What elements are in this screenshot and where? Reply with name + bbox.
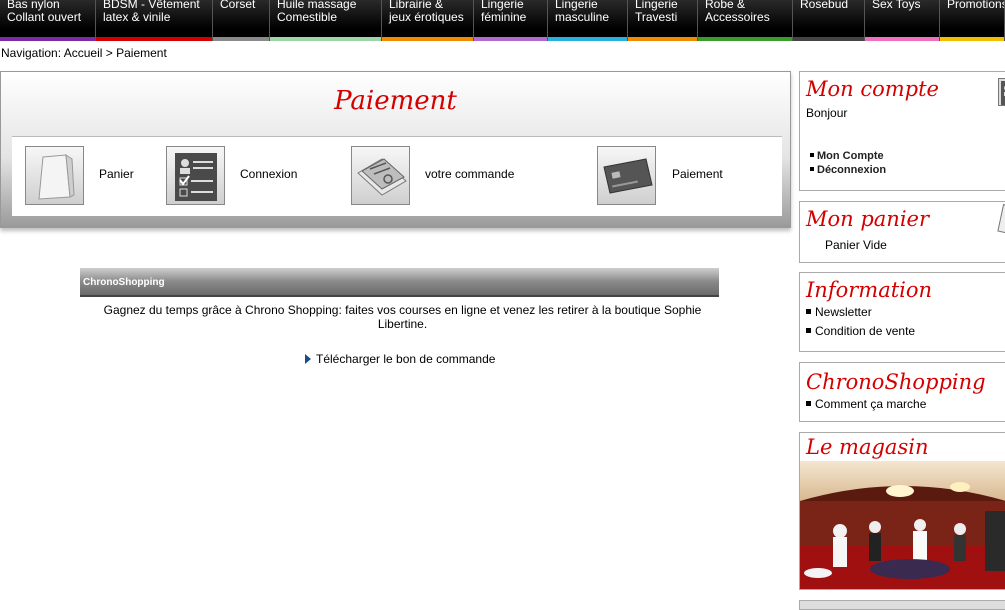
breadcrumb: Navigation: Accueil > Paiement <box>1 46 167 60</box>
nav-color-bar <box>628 37 697 41</box>
nav-item-2[interactable]: Corset <box>213 0 270 41</box>
nav-item-label-line2[interactable]: Comestible <box>277 11 381 24</box>
checkout-steps: Panier Connexion votre commande Paiement <box>12 136 782 216</box>
nav-color-bar <box>474 37 547 41</box>
nav-color-bar <box>698 37 792 41</box>
nav-item-label-line2[interactable]: Accessoires <box>705 11 792 24</box>
logout-link[interactable]: Déconnexion <box>800 163 1005 177</box>
arrow-right-icon <box>305 354 311 364</box>
paper-order-icon[interactable] <box>351 146 410 205</box>
step-commande-label[interactable]: votre commande <box>425 167 514 181</box>
nav-item-label-line2[interactable]: féminine <box>481 11 547 24</box>
chronoshopping-header: ChronoShopping <box>80 268 719 297</box>
nav-item-4[interactable]: Librairie & jeux érotiques <box>382 0 474 41</box>
cart-box: Mon panier Panier Vide <box>799 201 1005 263</box>
chronoshopping-box: ChronoShopping Comment ça marche <box>799 362 1005 422</box>
cart-title: Mon panier <box>806 207 930 231</box>
nav-item-8[interactable]: Robe & Accessoires <box>698 0 793 41</box>
nav-item-label-line2[interactable]: masculine <box>555 11 627 24</box>
download-order-form-label[interactable]: Télécharger le bon de commande <box>316 352 495 366</box>
nav-item-1[interactable]: BDSM - Vêtement latex & vinile <box>96 0 213 41</box>
nav-color-bar <box>270 37 381 41</box>
next-box-partial <box>799 600 1005 610</box>
nav-item-11[interactable]: Promotions <box>940 0 1005 41</box>
nav-item-10[interactable]: Sex Toys <box>865 0 940 41</box>
nav-item-label-line2[interactable]: jeux érotiques <box>389 11 473 24</box>
information-box: Information Newsletter Condition de vent… <box>799 272 1005 352</box>
step-connexion-label[interactable]: Connexion <box>240 167 297 181</box>
account-greeting: Bonjour <box>806 106 848 120</box>
nav-item-0[interactable]: Bas nylon Collant ouvert <box>0 0 96 41</box>
my-account-link-label[interactable]: Mon Compte <box>817 150 884 162</box>
nav-item-5[interactable]: Lingerie féminine <box>474 0 548 41</box>
breadcrumb-prefix: Navigation: <box>1 46 62 60</box>
account-icon <box>998 78 1005 106</box>
nav-item-label-line1[interactable]: Sex Toys <box>872 0 939 11</box>
nav-item-label-line1[interactable]: Promotions <box>947 0 1004 11</box>
shopping-bag-icon[interactable] <box>25 146 84 205</box>
chronoshopping-description: Gagnez du temps grâce à Chrono Shopping:… <box>103 303 702 331</box>
nav-item-label-line1[interactable]: Rosebud <box>800 0 864 11</box>
nav-color-bar <box>793 37 864 41</box>
store-title: Le magasin <box>806 435 929 459</box>
nav-item-label-line1[interactable]: Corset <box>220 0 269 11</box>
terms-link[interactable]: Condition de vente <box>800 322 1005 341</box>
nav-color-bar <box>96 37 212 41</box>
newsletter-link[interactable]: Newsletter <box>800 303 1005 322</box>
logout-link-label[interactable]: Déconnexion <box>817 164 886 176</box>
nav-item-label-line2[interactable]: Travesti <box>635 11 697 24</box>
nav-item-label-line2[interactable]: Collant ouvert <box>7 11 95 24</box>
nav-item-6[interactable]: Lingerie masculine <box>548 0 628 41</box>
nav-item-7[interactable]: Lingerie Travesti <box>628 0 698 41</box>
breadcrumb-separator: > <box>105 46 113 60</box>
account-title: Mon compte <box>806 77 939 101</box>
chronoshopping-title: ChronoShopping <box>806 370 986 394</box>
nav-item-label-line2[interactable]: latex & vinile <box>103 11 212 24</box>
breadcrumb-home-link[interactable]: Accueil <box>64 46 103 60</box>
step-paiement-label[interactable]: Paiement <box>672 167 723 181</box>
nav-color-bar <box>213 37 269 41</box>
top-navigation: Bas nylon Collant ouvert BDSM - Vêtement la… <box>0 0 1005 41</box>
nav-item-9[interactable]: Rosebud <box>793 0 865 41</box>
my-account-link[interactable]: Mon Compte <box>800 149 1005 163</box>
nav-color-bar <box>865 37 939 41</box>
information-title: Information <box>806 278 933 302</box>
step-panier-label[interactable]: Panier <box>99 167 134 181</box>
how-it-works-link-label[interactable]: Comment ça marche <box>815 397 926 411</box>
nav-color-bar <box>0 37 95 41</box>
form-checklist-icon[interactable] <box>166 146 225 205</box>
breadcrumb-current[interactable]: Paiement <box>116 46 167 60</box>
account-box: Mon compte Bonjour Mon Compte Déconnexio… <box>799 71 1005 191</box>
cart-status: Panier Vide <box>825 238 887 252</box>
nav-color-bar <box>940 37 1004 41</box>
store-photo[interactable] <box>800 461 1005 589</box>
nav-color-bar <box>382 37 473 41</box>
payment-panel: Paiement Panier Connexion votre commande… <box>0 71 791 228</box>
nav-item-3[interactable]: Huile massage Comestible <box>270 0 382 41</box>
how-it-works-link[interactable]: Comment ça marche <box>800 395 1005 414</box>
credit-card-icon[interactable] <box>597 146 656 205</box>
terms-link-label[interactable]: Condition de vente <box>815 324 915 338</box>
newsletter-link-label[interactable]: Newsletter <box>815 305 872 319</box>
page-title: Paiement <box>334 86 457 116</box>
nav-color-bar <box>548 37 627 41</box>
store-box: Le magasin <box>799 432 1005 590</box>
download-order-form-link[interactable]: Télécharger le bon de commande <box>305 352 495 366</box>
